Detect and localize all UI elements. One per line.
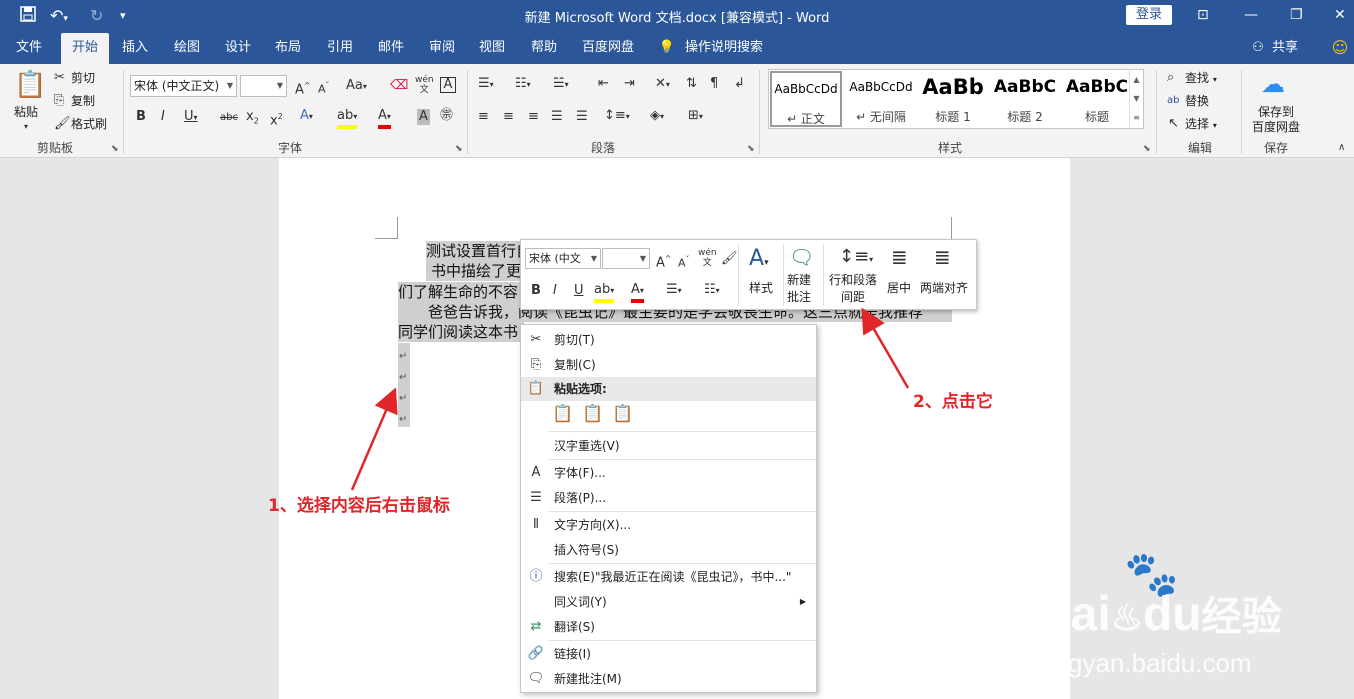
arrow-step-1 <box>350 387 398 491</box>
watermark-cn: 经验 <box>1201 595 1282 639</box>
annotation-step-1: 1、选择内容后右击鼠标 <box>268 496 450 516</box>
annotation-step-2: 2、点击它 <box>913 392 993 412</box>
watermark-brand: Bai♨du经验 <box>1036 588 1282 641</box>
watermark-brand-2: du <box>1142 588 1202 641</box>
arrow-step-2 <box>861 307 910 389</box>
watermark-brand-1: Bai <box>1036 588 1111 641</box>
watermark-url: jingyan.baidu.com <box>1042 648 1252 678</box>
baidu-watermark: 🐾 Bai♨du经验 jingyan.baidu.com <box>1036 548 1336 698</box>
